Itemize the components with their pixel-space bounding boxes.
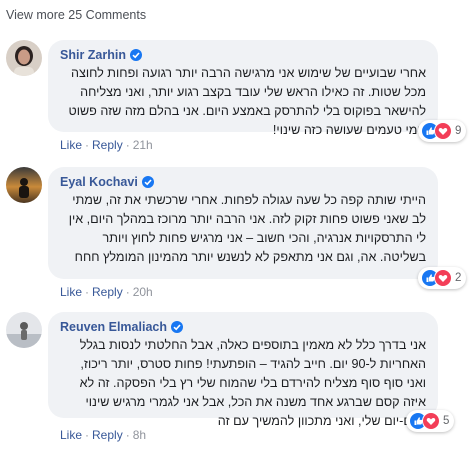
- reaction-count: 9: [455, 125, 462, 137]
- reactions-summary[interactable]: 9: [418, 120, 467, 142]
- comment-bubble: Eyal Kochavi הייתי שותה קפה כל שעה עגולה…: [48, 167, 438, 279]
- comment-text: אחרי שבועיים של שימוש אני מרגישה הרבה יו…: [68, 66, 426, 137]
- comment-timestamp[interactable]: 21h: [133, 138, 153, 152]
- love-reaction-icon: [434, 269, 452, 287]
- separator-dot: ·: [85, 285, 90, 299]
- reaction-count: 2: [455, 272, 462, 284]
- separator-dot: ·: [85, 428, 90, 442]
- like-link[interactable]: Like: [60, 138, 82, 152]
- love-reaction-icon: [422, 412, 440, 430]
- comment-text: הייתי שותה קפה כל שעה עגולה לפחות. אחרי …: [68, 193, 426, 264]
- verified-badge-icon: [129, 49, 142, 61]
- reactions-summary[interactable]: 5: [406, 410, 455, 432]
- avatar[interactable]: [6, 312, 42, 348]
- like-link[interactable]: Like: [60, 285, 82, 299]
- separator-dot: ·: [85, 138, 90, 152]
- comment-timestamp[interactable]: 8h: [133, 428, 146, 442]
- comment-actions: Like · Reply · 8h: [60, 428, 146, 442]
- comment-actions: Like · Reply · 21h: [60, 138, 153, 152]
- reaction-count: 5: [443, 415, 450, 427]
- verified-badge-icon: [171, 321, 183, 333]
- reactions-summary[interactable]: 2: [418, 267, 467, 289]
- comment-bubble: Reuven Elmaliach אני בדרך כלל לא מאמין ב…: [48, 312, 438, 428]
- avatar[interactable]: [6, 167, 42, 203]
- separator-dot: ·: [125, 285, 130, 299]
- comment-author[interactable]: Reuven Elmaliach: [60, 320, 167, 334]
- reply-link[interactable]: Reply: [92, 285, 123, 299]
- comment-bubble: Shir Zarhin אחרי שבועיים של שימוש אני מר…: [48, 40, 438, 137]
- comment-author[interactable]: Shir Zarhin: [60, 48, 126, 62]
- reply-link[interactable]: Reply: [92, 428, 123, 442]
- avatar[interactable]: [6, 40, 42, 76]
- comment-actions: Like · Reply · 20h: [60, 285, 153, 299]
- verified-badge-icon: [141, 176, 154, 188]
- view-more-comments-link[interactable]: View more 25 Comments: [6, 8, 146, 22]
- separator-dot: ·: [125, 138, 130, 152]
- reply-link[interactable]: Reply: [92, 138, 123, 152]
- comment-text: אני בדרך כלל לא מאמין בתוספים כאלה, אבל …: [79, 338, 426, 428]
- love-reaction-icon: [434, 122, 452, 140]
- separator-dot: ·: [125, 428, 130, 442]
- comment-timestamp[interactable]: 20h: [133, 285, 153, 299]
- like-link[interactable]: Like: [60, 428, 82, 442]
- comment-author[interactable]: Eyal Kochavi: [60, 175, 138, 189]
